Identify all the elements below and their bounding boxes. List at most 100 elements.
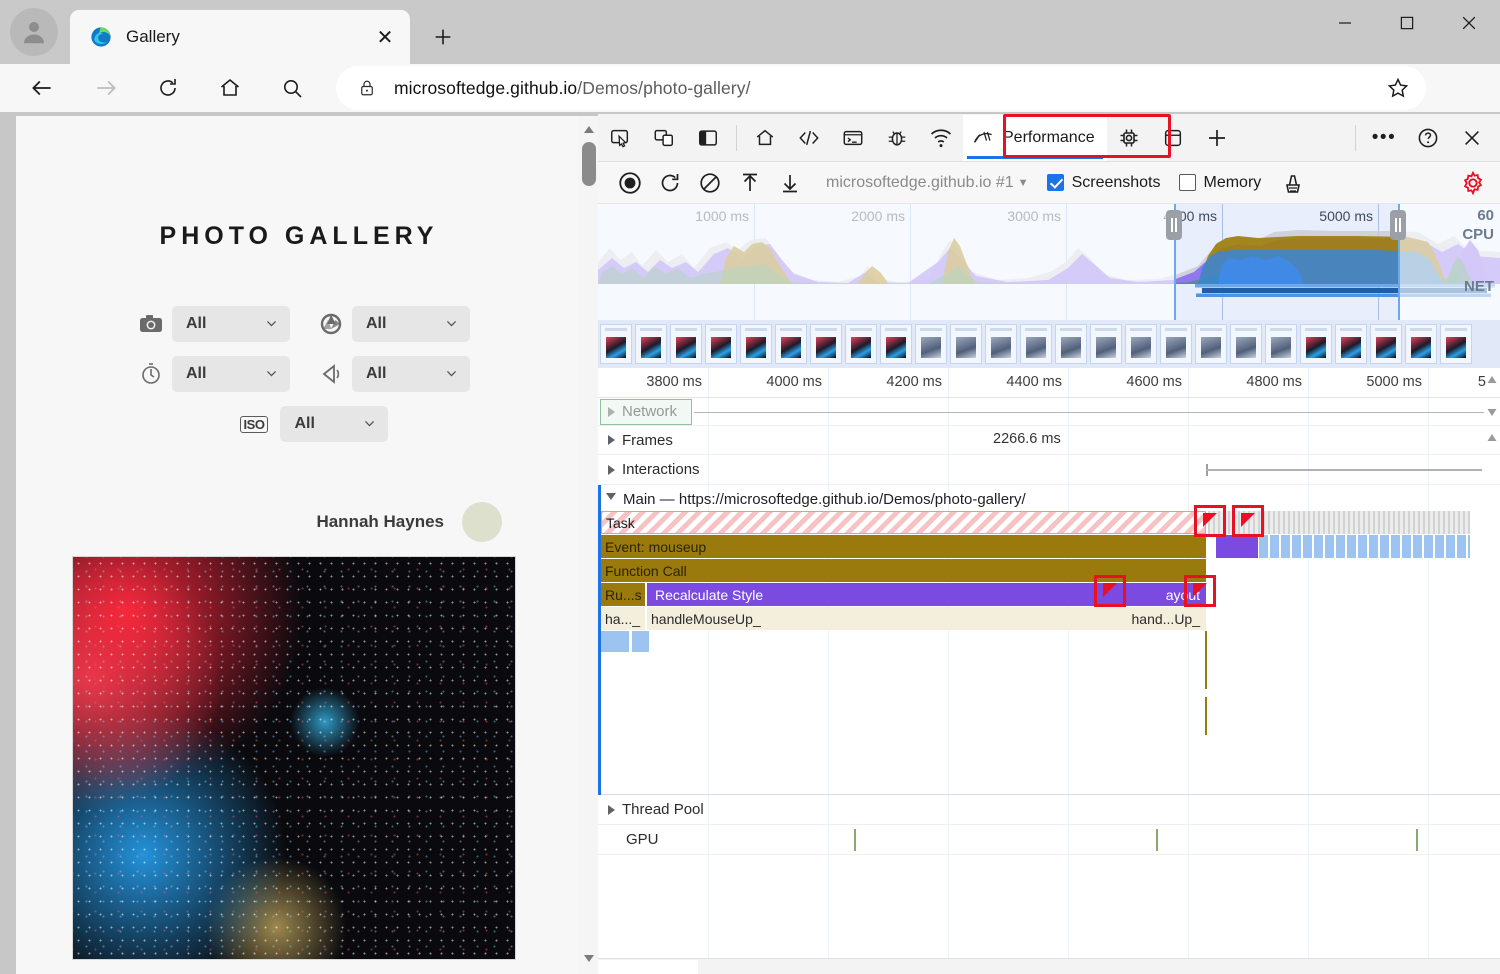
gpu-event-2[interactable] — [1156, 829, 1158, 851]
sources-debugger-icon[interactable] — [875, 116, 919, 160]
filmstrip-frame[interactable] — [1125, 324, 1157, 364]
flame-bar-small-1[interactable] — [601, 631, 629, 652]
application-icon[interactable] — [1151, 116, 1195, 160]
dock-side-icon[interactable] — [686, 116, 730, 160]
filmstrip-frame[interactable] — [1335, 324, 1367, 364]
gallery-photo[interactable] — [72, 556, 516, 960]
screenshot-filmstrip[interactable] — [598, 320, 1500, 368]
track-interactions[interactable]: Interactions — [598, 455, 1500, 485]
track-gpu[interactable]: GPU — [598, 825, 1500, 855]
welcome-icon[interactable] — [743, 116, 787, 160]
device-emulation-icon[interactable] — [642, 116, 686, 160]
tab-bottom-up[interactable]: Bottom-Up — [698, 960, 806, 974]
scroll-down-arrow-icon[interactable] — [1486, 406, 1498, 418]
filmstrip-frame[interactable] — [740, 324, 772, 364]
maximize-button[interactable] — [1376, 0, 1438, 46]
close-devtools-icon[interactable] — [1450, 116, 1494, 160]
network-icon[interactable] — [919, 116, 963, 160]
filmstrip-frame[interactable] — [705, 324, 737, 364]
filmstrip-frame[interactable] — [1020, 324, 1052, 364]
flame-bar-run-microtasks[interactable]: Ru...s — [601, 583, 645, 606]
reload-button[interactable] — [146, 66, 190, 110]
filmstrip-frame[interactable] — [1405, 324, 1437, 364]
elements-icon[interactable] — [787, 116, 831, 160]
add-panel-icon[interactable] — [1195, 116, 1239, 160]
tab-call-tree[interactable]: Call Tree — [807, 960, 903, 974]
track-network[interactable]: Network — [598, 398, 1500, 426]
import-profile-icon[interactable] — [730, 165, 770, 201]
screenshots-checkbox[interactable]: Screenshots — [1047, 174, 1161, 192]
new-tab-button[interactable] — [424, 18, 462, 56]
browser-tab-gallery[interactable]: Gallery ✕ — [70, 10, 410, 64]
tab-summary[interactable]: Summary — [598, 960, 698, 974]
aperture-filter-select[interactable]: All — [352, 306, 470, 342]
back-button[interactable] — [20, 66, 64, 110]
filmstrip-frame[interactable] — [670, 324, 702, 364]
clear-recording-icon[interactable] — [690, 165, 730, 201]
shutter-filter-select[interactable]: All — [172, 356, 290, 392]
track-interactions-header[interactable]: Interactions — [608, 455, 700, 484]
export-profile-icon[interactable] — [770, 165, 810, 201]
memory-chip-icon[interactable] — [1107, 116, 1151, 160]
filmstrip-frame[interactable] — [915, 324, 947, 364]
close-window-button[interactable] — [1438, 0, 1500, 46]
overview-selection-handle-right[interactable] — [1390, 210, 1406, 240]
filmstrip-frame[interactable] — [1090, 324, 1122, 364]
flame-bar-function-call[interactable]: Function Call — [601, 559, 1206, 582]
flash-filter-select[interactable]: All — [352, 356, 470, 392]
scroll-up-icon[interactable] — [581, 122, 597, 138]
track-main-header[interactable]: Main — https://microsoftedge.github.io/D… — [606, 487, 1026, 511]
filmstrip-frame[interactable] — [845, 324, 877, 364]
filmstrip-frame[interactable] — [1300, 324, 1332, 364]
filmstrip-frame[interactable] — [880, 324, 912, 364]
filmstrip-frame[interactable] — [635, 324, 667, 364]
flame-bar-handle-left[interactable]: ha..._ — [601, 607, 645, 630]
more-tools-icon[interactable]: ••• — [1362, 116, 1406, 160]
record-icon[interactable] — [610, 165, 650, 201]
profile-button[interactable] — [10, 8, 58, 56]
scroll-up-arrow-icon-2[interactable] — [1486, 432, 1498, 444]
flame-bars-loading-micro[interactable] — [1259, 535, 1470, 558]
overview-selection-handle-left[interactable] — [1166, 210, 1182, 240]
flame-bar-handle-right[interactable]: hand...Up_ — [1108, 607, 1206, 630]
search-button[interactable] — [270, 66, 314, 110]
inspect-element-icon[interactable] — [598, 116, 642, 160]
track-main[interactable]: Main — https://microsoftedge.github.io/D… — [598, 485, 1500, 795]
filmstrip-frame[interactable] — [600, 324, 632, 364]
track-frames[interactable]: Frames 2266.6 ms — [598, 426, 1500, 455]
flame-bar-event-mouseup[interactable]: Event: mouseup — [601, 535, 1206, 558]
minimize-button[interactable] — [1314, 0, 1376, 46]
filmstrip-frame[interactable] — [1195, 324, 1227, 364]
close-tab-button[interactable]: ✕ — [368, 20, 402, 54]
flame-bar-recalc-right[interactable] — [1216, 535, 1258, 558]
gpu-event-3[interactable] — [1416, 829, 1418, 851]
flame-chart-tracks[interactable]: Network Frames 2266.6 ms Interacti — [598, 398, 1500, 958]
filmstrip-frame[interactable] — [775, 324, 807, 364]
timeline-overview[interactable]: 1000 ms 2000 ms 3000 ms 4000 ms 5000 ms — [598, 204, 1500, 320]
help-icon[interactable] — [1406, 116, 1450, 160]
scroll-up-arrow-icon[interactable] — [1486, 374, 1498, 386]
camera-filter-select[interactable]: All — [172, 306, 290, 342]
filmstrip-frame[interactable] — [1265, 324, 1297, 364]
filmstrip-frame[interactable] — [985, 324, 1017, 364]
filmstrip-frame[interactable] — [1160, 324, 1192, 364]
page-scrollbar-thumb[interactable] — [582, 142, 596, 186]
track-thread-pool[interactable]: Thread Pool — [598, 795, 1500, 825]
tab-selector-stats[interactable]: Selector Stats — [1007, 960, 1139, 974]
capture-settings-gear-icon[interactable] — [1460, 170, 1486, 196]
filmstrip-frame[interactable] — [1370, 324, 1402, 364]
flame-bar-small-2[interactable] — [632, 631, 649, 652]
address-bar[interactable]: microsoftedge.github.io/Demos/photo-gall… — [336, 66, 1426, 110]
home-button[interactable] — [208, 66, 252, 110]
track-gpu-header[interactable]: GPU — [626, 825, 659, 854]
flame-bar-task[interactable]: Task — [601, 511, 1206, 534]
track-frames-header[interactable]: Frames — [608, 426, 673, 454]
tab-event-log[interactable]: Event Log — [903, 960, 1007, 974]
filmstrip-frame[interactable] — [1230, 324, 1262, 364]
console-icon[interactable] — [831, 116, 875, 160]
reload-and-record-icon[interactable] — [650, 165, 690, 201]
collect-garbage-icon[interactable] — [1273, 165, 1313, 201]
filmstrip-frame[interactable] — [1440, 324, 1472, 364]
filmstrip-frame[interactable] — [1055, 324, 1087, 364]
scroll-down-icon[interactable] — [581, 950, 597, 966]
